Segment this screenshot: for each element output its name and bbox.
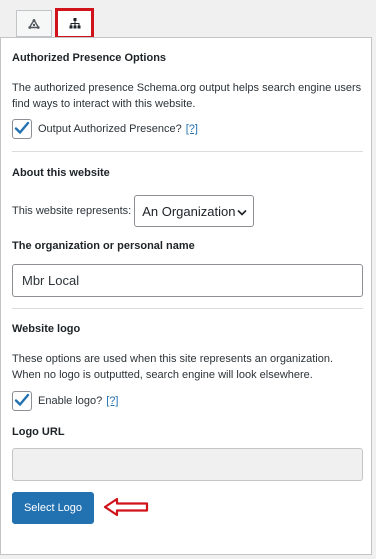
website-logo-description: These options are used when this site re…	[12, 353, 334, 381]
chevron-down-icon	[237, 204, 247, 219]
checkmark-icon	[14, 121, 30, 138]
logo-url-heading: Logo URL	[12, 426, 65, 438]
enable-logo-help-link[interactable]: [?]	[106, 395, 118, 407]
divider	[12, 151, 363, 152]
authorized-presence-description: The authorized presence Schema.org outpu…	[12, 82, 362, 110]
enable-logo-option: Enable logo? [?]	[12, 391, 118, 411]
represents-row: This website represents: An Organization	[12, 195, 255, 227]
authorized-presence-option: Output Authorized Presence? [?]	[12, 119, 198, 139]
about-website-heading: About this website	[12, 167, 110, 179]
enable-logo-label: Enable logo?	[38, 395, 103, 407]
tab-sitemap[interactable]	[55, 8, 94, 39]
output-authorized-presence-label: Output Authorized Presence?	[38, 123, 182, 135]
logo-url-input[interactable]	[12, 448, 363, 481]
represents-label: This website represents:	[12, 205, 132, 217]
represents-value: An Organization	[142, 203, 236, 219]
website-logo-heading: Website logo	[12, 323, 81, 335]
schema-graph-icon	[28, 18, 40, 29]
tab-schema-graph[interactable]	[16, 10, 52, 37]
organization-name-value: Mbr Local	[22, 273, 80, 288]
output-authorized-presence-checkbox[interactable]	[12, 119, 32, 139]
divider	[12, 308, 363, 309]
organization-name-heading: The organization or personal name	[12, 240, 195, 252]
select-logo-button[interactable]: Select Logo	[12, 492, 94, 524]
enable-logo-checkbox[interactable]	[12, 391, 32, 411]
arrow-left-icon	[103, 497, 149, 520]
checkmark-icon	[14, 393, 30, 410]
authorized-presence-heading: Authorized Presence Options	[12, 52, 167, 64]
settings-panel: Authorized Presence Options The authoriz…	[0, 37, 372, 555]
represents-select[interactable]: An Organization	[134, 195, 255, 227]
sitemap-icon	[69, 18, 81, 29]
tab-bar	[0, 0, 376, 39]
authorized-presence-help-link[interactable]: [?]	[186, 123, 198, 135]
organization-name-input[interactable]: Mbr Local	[12, 264, 363, 297]
